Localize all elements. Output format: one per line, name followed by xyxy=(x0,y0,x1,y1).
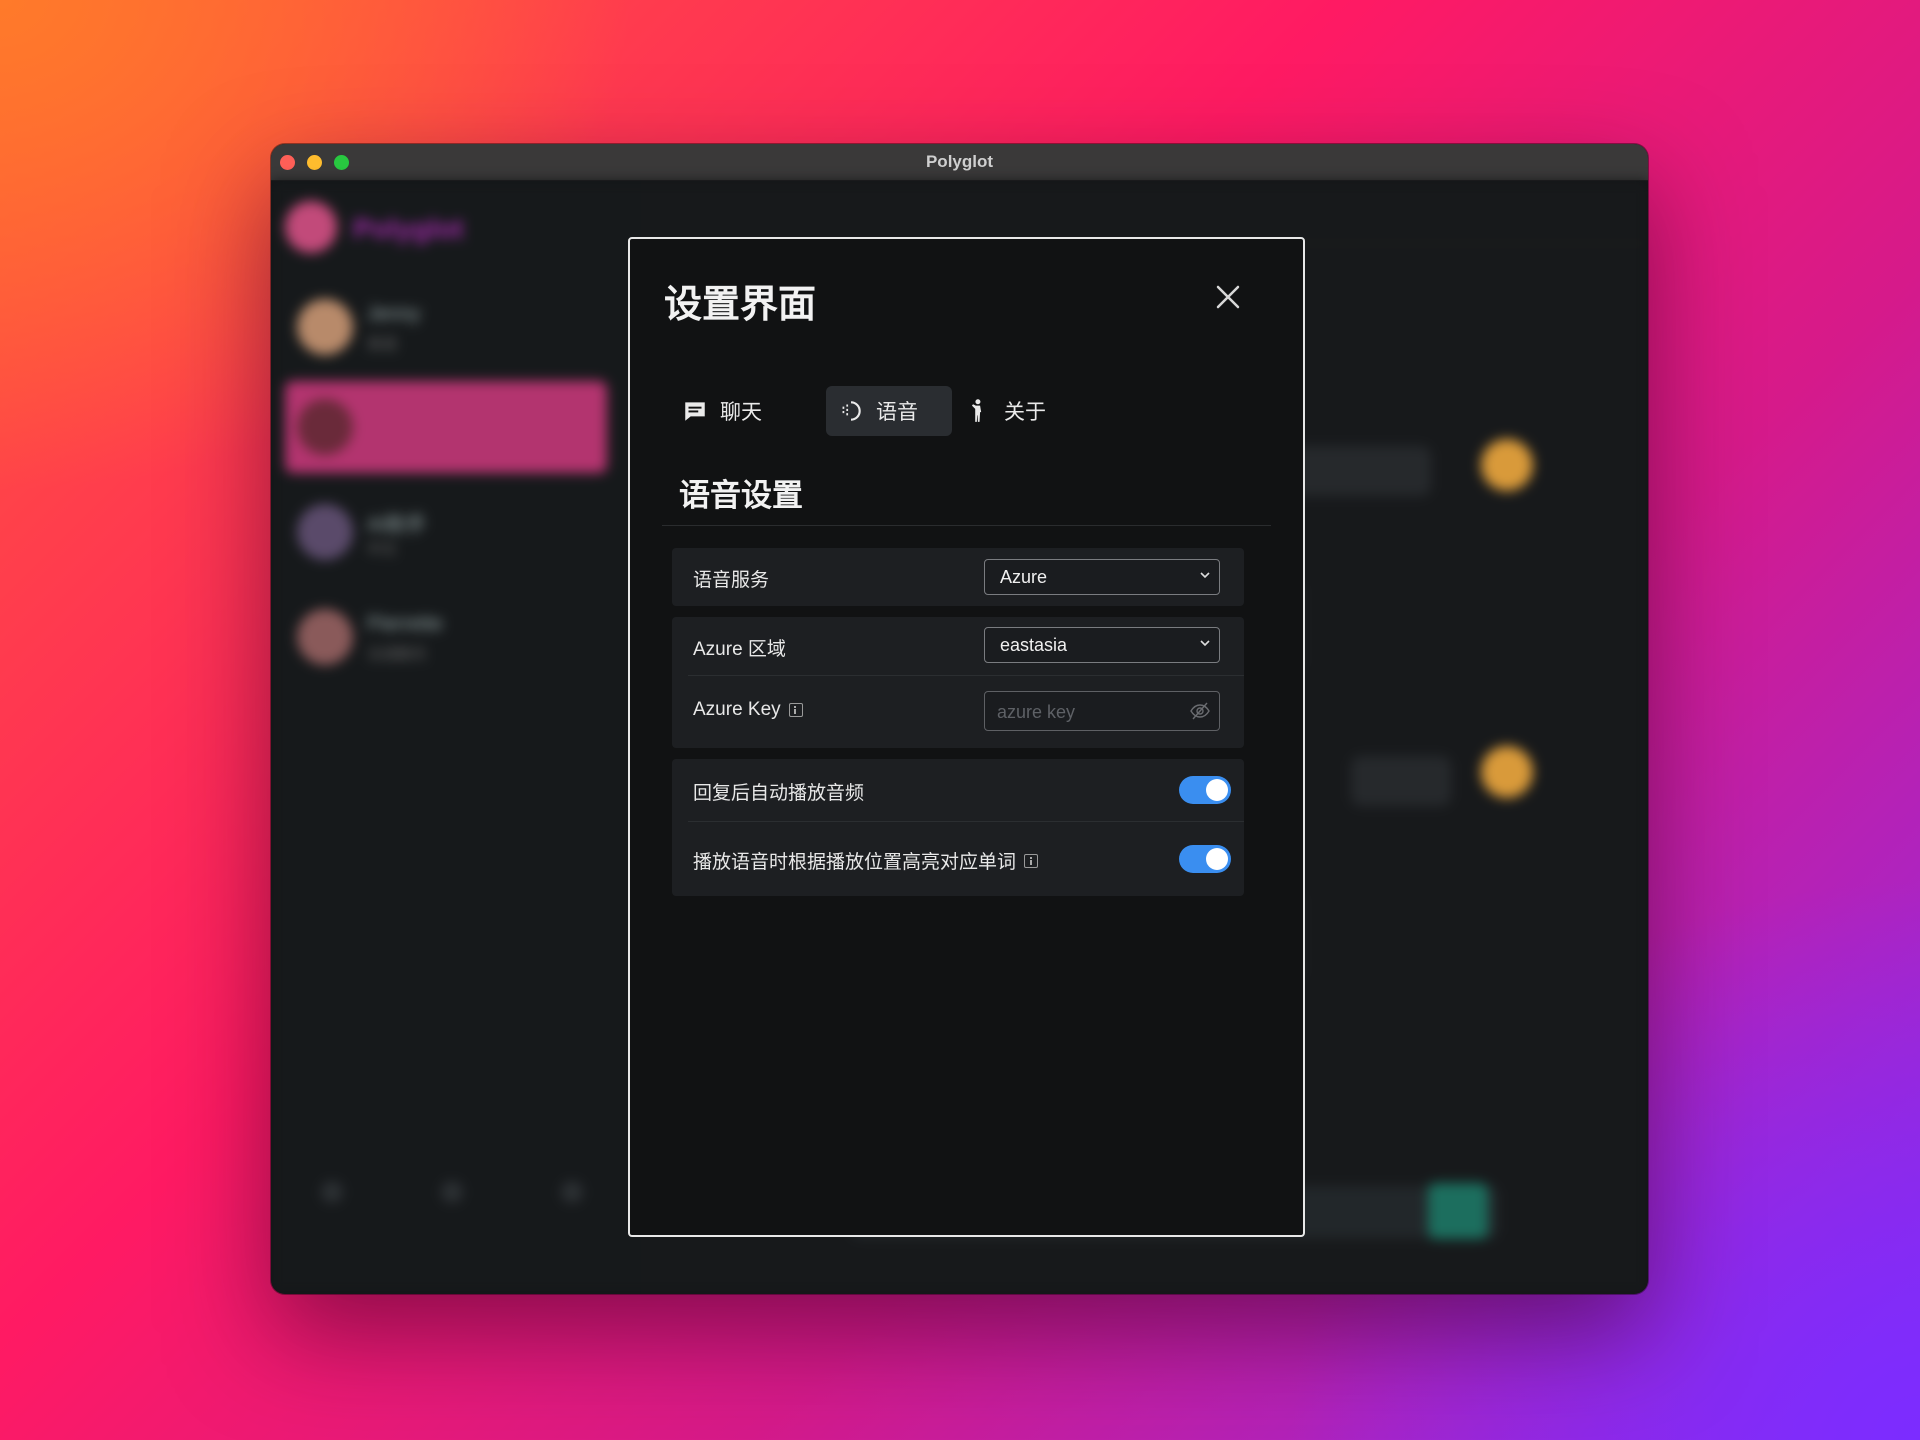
voice-service-row: 语音服务 Azure xyxy=(672,548,1244,606)
contact-name: Pierrette xyxy=(367,613,443,635)
info-icon[interactable] xyxy=(788,703,803,717)
tab-label: 聊天 xyxy=(720,401,762,424)
avatar xyxy=(1481,439,1533,491)
auto-play-row: 回复后自动播放音频 xyxy=(672,759,1244,822)
sidebar-footer-icon[interactable] xyxy=(561,1181,583,1203)
toggle-knob xyxy=(1206,779,1228,801)
tab-label: 语音 xyxy=(876,401,918,424)
message-bubble xyxy=(1351,756,1451,806)
select-value: Azure xyxy=(1000,567,1048,587)
sidebar-footer-icon[interactable] xyxy=(321,1181,343,1203)
avatar xyxy=(297,504,353,560)
voice-service-label: 语音服务 xyxy=(693,570,770,591)
azure-key-label: Azure Key xyxy=(693,699,803,721)
contact-name: AI助手 xyxy=(367,514,426,536)
avatar xyxy=(1481,746,1533,798)
voice-wave-icon xyxy=(842,401,861,421)
highlight-words-toggle[interactable] xyxy=(1179,845,1231,873)
avatar xyxy=(297,609,353,665)
section-divider xyxy=(662,525,1271,526)
sidebar: Polyglot Jenny 英语 AI助手 中文 Pierrette 法语聊天 xyxy=(271,181,641,1294)
window-title: Polyglot xyxy=(925,152,994,171)
sidebar-footer-icon[interactable] xyxy=(441,1181,463,1203)
contact-item[interactable]: AI助手 中文 xyxy=(285,486,607,578)
tab-label: 关于 xyxy=(1004,401,1046,424)
highlight-words-row: 播放语音时根据播放位置高亮对应单词 xyxy=(672,822,1244,896)
contact-item-active[interactable] xyxy=(285,381,607,473)
send-button[interactable] xyxy=(1428,1183,1488,1239)
title-bar: Polyglot xyxy=(271,144,1648,181)
section-title: 语音设置 xyxy=(679,478,803,513)
toggle-knob xyxy=(1206,848,1228,870)
highlight-words-label: 播放语音时根据播放位置高亮对应单词 xyxy=(693,847,1039,874)
contact-subtitle: 英语 xyxy=(367,336,398,353)
contact-name: Jenny xyxy=(367,303,421,325)
avatar xyxy=(297,299,353,355)
azure-key-input[interactable] xyxy=(995,699,1179,725)
select-value: eastasia xyxy=(1000,635,1068,655)
azure-region-select[interactable]: eastasia xyxy=(984,627,1220,663)
contact-subtitle: 法语聊天 xyxy=(367,646,428,663)
azure-key-field[interactable] xyxy=(984,691,1220,731)
chat-bubble-icon xyxy=(685,402,705,421)
auto-play-toggle[interactable] xyxy=(1179,776,1231,804)
contact-subtitle: 中文 xyxy=(367,541,398,558)
tab-chat[interactable]: 聊天 xyxy=(670,386,790,436)
info-icon[interactable] xyxy=(1024,853,1039,868)
contact-item[interactable]: Jenny 英语 xyxy=(285,281,607,373)
voice-service-select[interactable]: Azure xyxy=(984,559,1220,595)
app-logo-text: Polyglot xyxy=(353,213,464,244)
tab-about[interactable]: 关于 xyxy=(952,386,1062,436)
modal-title: 设置界面 xyxy=(664,284,817,326)
playback-card: 回复后自动播放音频 播放语音时根据播放位置高亮对应单词 xyxy=(672,759,1244,896)
azure-card: Azure 区域 eastasia Azure Key xyxy=(672,617,1244,748)
avatar xyxy=(297,399,353,455)
chevron-down-icon xyxy=(1200,640,1210,647)
chat-header xyxy=(641,181,1648,244)
app-logo-icon xyxy=(285,201,337,253)
voice-service-card: 语音服务 Azure xyxy=(672,548,1244,606)
close-icon[interactable] xyxy=(1214,283,1242,311)
contact-item[interactable]: Pierrette 法语聊天 xyxy=(285,591,607,683)
azure-key-row: Azure Key xyxy=(672,676,1244,748)
azure-region-row: Azure 区域 eastasia xyxy=(672,617,1244,676)
settings-modal: 设置界面 聊天 语音 关于 语音设置 语音服务 Azure Azure 区域 e… xyxy=(628,237,1305,1237)
person-icon xyxy=(971,399,982,422)
eye-off-icon[interactable] xyxy=(1189,701,1211,721)
auto-play-label: 回复后自动播放音频 xyxy=(693,783,865,804)
chevron-down-icon xyxy=(1200,572,1210,579)
azure-region-label: Azure 区域 xyxy=(693,639,786,660)
tab-voice[interactable]: 语音 xyxy=(826,386,952,436)
